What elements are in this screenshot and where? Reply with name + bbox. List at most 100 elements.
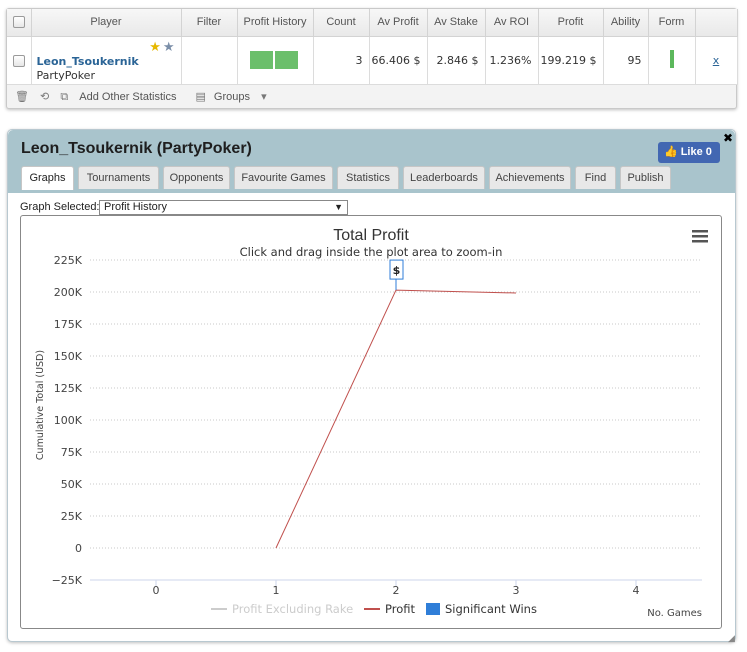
column-header-remove xyxy=(695,9,738,37)
chart-title: Total Profit xyxy=(333,227,409,244)
gold-medal-icon: ★ xyxy=(149,39,161,55)
y-tick-label: 75K xyxy=(61,446,83,459)
profit-value: 199.219 $ xyxy=(538,36,604,85)
select-all-header[interactable] xyxy=(7,9,32,37)
column-header-av-roi[interactable]: Av ROI xyxy=(485,9,539,37)
tab-favourite-games[interactable]: Favourite Games xyxy=(234,166,333,189)
ability-value: 95 xyxy=(603,36,649,85)
stats-toolbar: 🗑 ⟲ ⧉ Add Other Statistics ▤ Groups ▾ xyxy=(7,86,736,108)
y-tick-label: 175K xyxy=(54,318,83,331)
resize-grip-icon[interactable]: ◢ xyxy=(728,633,735,644)
player-detail-panel: Leon_Tsoukernik (PartyPoker) 👍 Like 0 ✖ G… xyxy=(7,129,736,644)
legend-label-significant-wins: Significant Wins xyxy=(445,602,537,616)
av-roi-value: 1.236% xyxy=(485,36,539,85)
row-checkbox[interactable] xyxy=(12,54,25,67)
significant-win-flag-label: $ xyxy=(393,264,401,277)
trash-icon[interactable]: 🗑 xyxy=(15,86,29,108)
chart-subtitle: Click and drag inside the plot area to z… xyxy=(240,245,503,259)
remove-player-link[interactable]: x xyxy=(713,54,720,67)
tab-graphs[interactable]: Graphs xyxy=(21,166,74,190)
chart-container[interactable]: Total Profit Click and drag inside the p… xyxy=(20,215,722,629)
add-other-statistics-button[interactable]: ⧉ Add Other Statistics xyxy=(60,86,184,108)
remove-cell: x xyxy=(695,36,738,85)
silver-medal-icon: ★ xyxy=(162,39,175,55)
profit-chart[interactable]: Total Profit Click and drag inside the p… xyxy=(21,216,721,628)
x-tick-label: 1 xyxy=(273,584,280,597)
add-stats-icon: ⧉ xyxy=(60,91,69,103)
count-value: 3 xyxy=(313,36,370,85)
x-axis-label: No. Games xyxy=(647,608,702,619)
chart-menu-icon[interactable] xyxy=(692,230,708,243)
player-cell: ★ ★ Leon_Tsoukernik PartyPoker xyxy=(31,36,182,85)
chevron-down-icon: ▾ xyxy=(261,91,267,103)
column-header-profit[interactable]: Profit xyxy=(538,9,604,37)
tab-opponents[interactable]: Opponents xyxy=(163,166,230,189)
x-tick-label: 4 xyxy=(633,584,640,597)
y-tick-label: 200K xyxy=(54,286,83,299)
column-header-av-profit[interactable]: Av Profit xyxy=(369,9,428,37)
legend-label-profit: Profit xyxy=(385,602,415,616)
player-site: PartyPoker xyxy=(36,68,95,82)
y-tick-label: −25K xyxy=(52,574,83,587)
av-stake-value: 2.846 $ xyxy=(427,36,486,85)
column-header-form[interactable]: Form xyxy=(648,9,696,37)
column-header-ability[interactable]: Ability xyxy=(603,9,649,37)
x-tick-label: 3 xyxy=(513,584,520,597)
select-all-checkbox[interactable] xyxy=(12,16,25,29)
refresh-icon[interactable]: ⟲ xyxy=(40,86,49,108)
row-select-cell[interactable] xyxy=(7,36,32,85)
y-tick-label: 100K xyxy=(54,414,83,427)
profit-history-cell xyxy=(237,36,314,85)
add-other-statistics-label: Add Other Statistics xyxy=(79,91,177,103)
x-tick-label: 2 xyxy=(393,584,400,597)
y-tick-label: 25K xyxy=(61,510,83,523)
x-tick-label: 0 xyxy=(153,584,160,597)
graph-select-value: Profit History xyxy=(104,201,167,213)
player-stats-panel: Player Filter Profit History Count Av Pr… xyxy=(6,8,738,109)
y-tick-label: 225K xyxy=(54,254,83,267)
panel-title: Leon_Tsoukernik (PartyPoker) xyxy=(21,140,252,157)
groups-icon: ▤ xyxy=(195,91,206,103)
player-badges: ★ ★ xyxy=(149,40,174,55)
av-profit-value: 66.406 $ xyxy=(369,36,428,85)
profit-history-bar xyxy=(250,51,273,69)
column-header-profit-history[interactable]: Profit History xyxy=(237,9,314,37)
panel-header: Leon_Tsoukernik (PartyPoker) 👍 Like 0 ✖ G… xyxy=(8,130,735,193)
dropdown-arrow-icon: ▼ xyxy=(334,202,343,212)
tab-find[interactable]: Find xyxy=(575,166,616,189)
legend-symbol-significant-wins xyxy=(426,603,440,615)
player-name-link[interactable]: Leon_Tsoukernik xyxy=(37,55,139,68)
player-stats-table: Player Filter Profit History Count Av Pr… xyxy=(7,9,738,85)
y-tick-label: 0 xyxy=(75,542,82,555)
facebook-like-button[interactable]: 👍 Like 0 xyxy=(658,142,720,163)
groups-dropdown[interactable]: ▤ Groups ▾ xyxy=(196,86,275,108)
column-header-filter[interactable]: Filter xyxy=(181,9,238,37)
profit-series-line xyxy=(275,289,517,549)
y-axis-label: Cumulative Total (USD) xyxy=(35,350,46,460)
groups-label: Groups xyxy=(213,91,250,103)
tab-publish[interactable]: Publish xyxy=(620,166,671,189)
legend-label-profit-excluding-rake: Profit Excluding Rake xyxy=(232,602,353,616)
y-tick-label: 50K xyxy=(61,478,83,491)
filter-cell[interactable] xyxy=(181,36,238,85)
thumbs-up-icon: 👍 xyxy=(664,146,678,158)
profit-history-sparkline xyxy=(250,51,300,69)
tab-achievements[interactable]: Achievements xyxy=(489,166,571,189)
column-header-count[interactable]: Count xyxy=(313,9,370,37)
tab-statistics[interactable]: Statistics xyxy=(337,166,399,189)
form-cell xyxy=(648,36,696,85)
y-tick-label: 125K xyxy=(54,382,83,395)
y-tick-label: 150K xyxy=(54,350,83,363)
tab-leaderboards[interactable]: Leaderboards xyxy=(403,166,485,189)
column-header-player[interactable]: Player xyxy=(31,9,182,37)
profit-history-bar xyxy=(275,51,298,69)
column-header-av-stake[interactable]: Av Stake xyxy=(427,9,486,37)
close-icon[interactable]: ✖ xyxy=(723,131,733,145)
stats-header-row: Player Filter Profit History Count Av Pr… xyxy=(7,9,738,37)
like-label: Like 0 xyxy=(680,146,712,158)
table-row: ★ ★ Leon_Tsoukernik PartyPoker 3 66.406 $… xyxy=(7,36,738,85)
graph-select-dropdown[interactable]: Profit History ▼ xyxy=(99,200,348,215)
form-indicator-bar xyxy=(669,49,674,68)
graph-select-label: Graph Selected: xyxy=(20,201,100,213)
tab-tournaments[interactable]: Tournaments xyxy=(78,166,159,189)
